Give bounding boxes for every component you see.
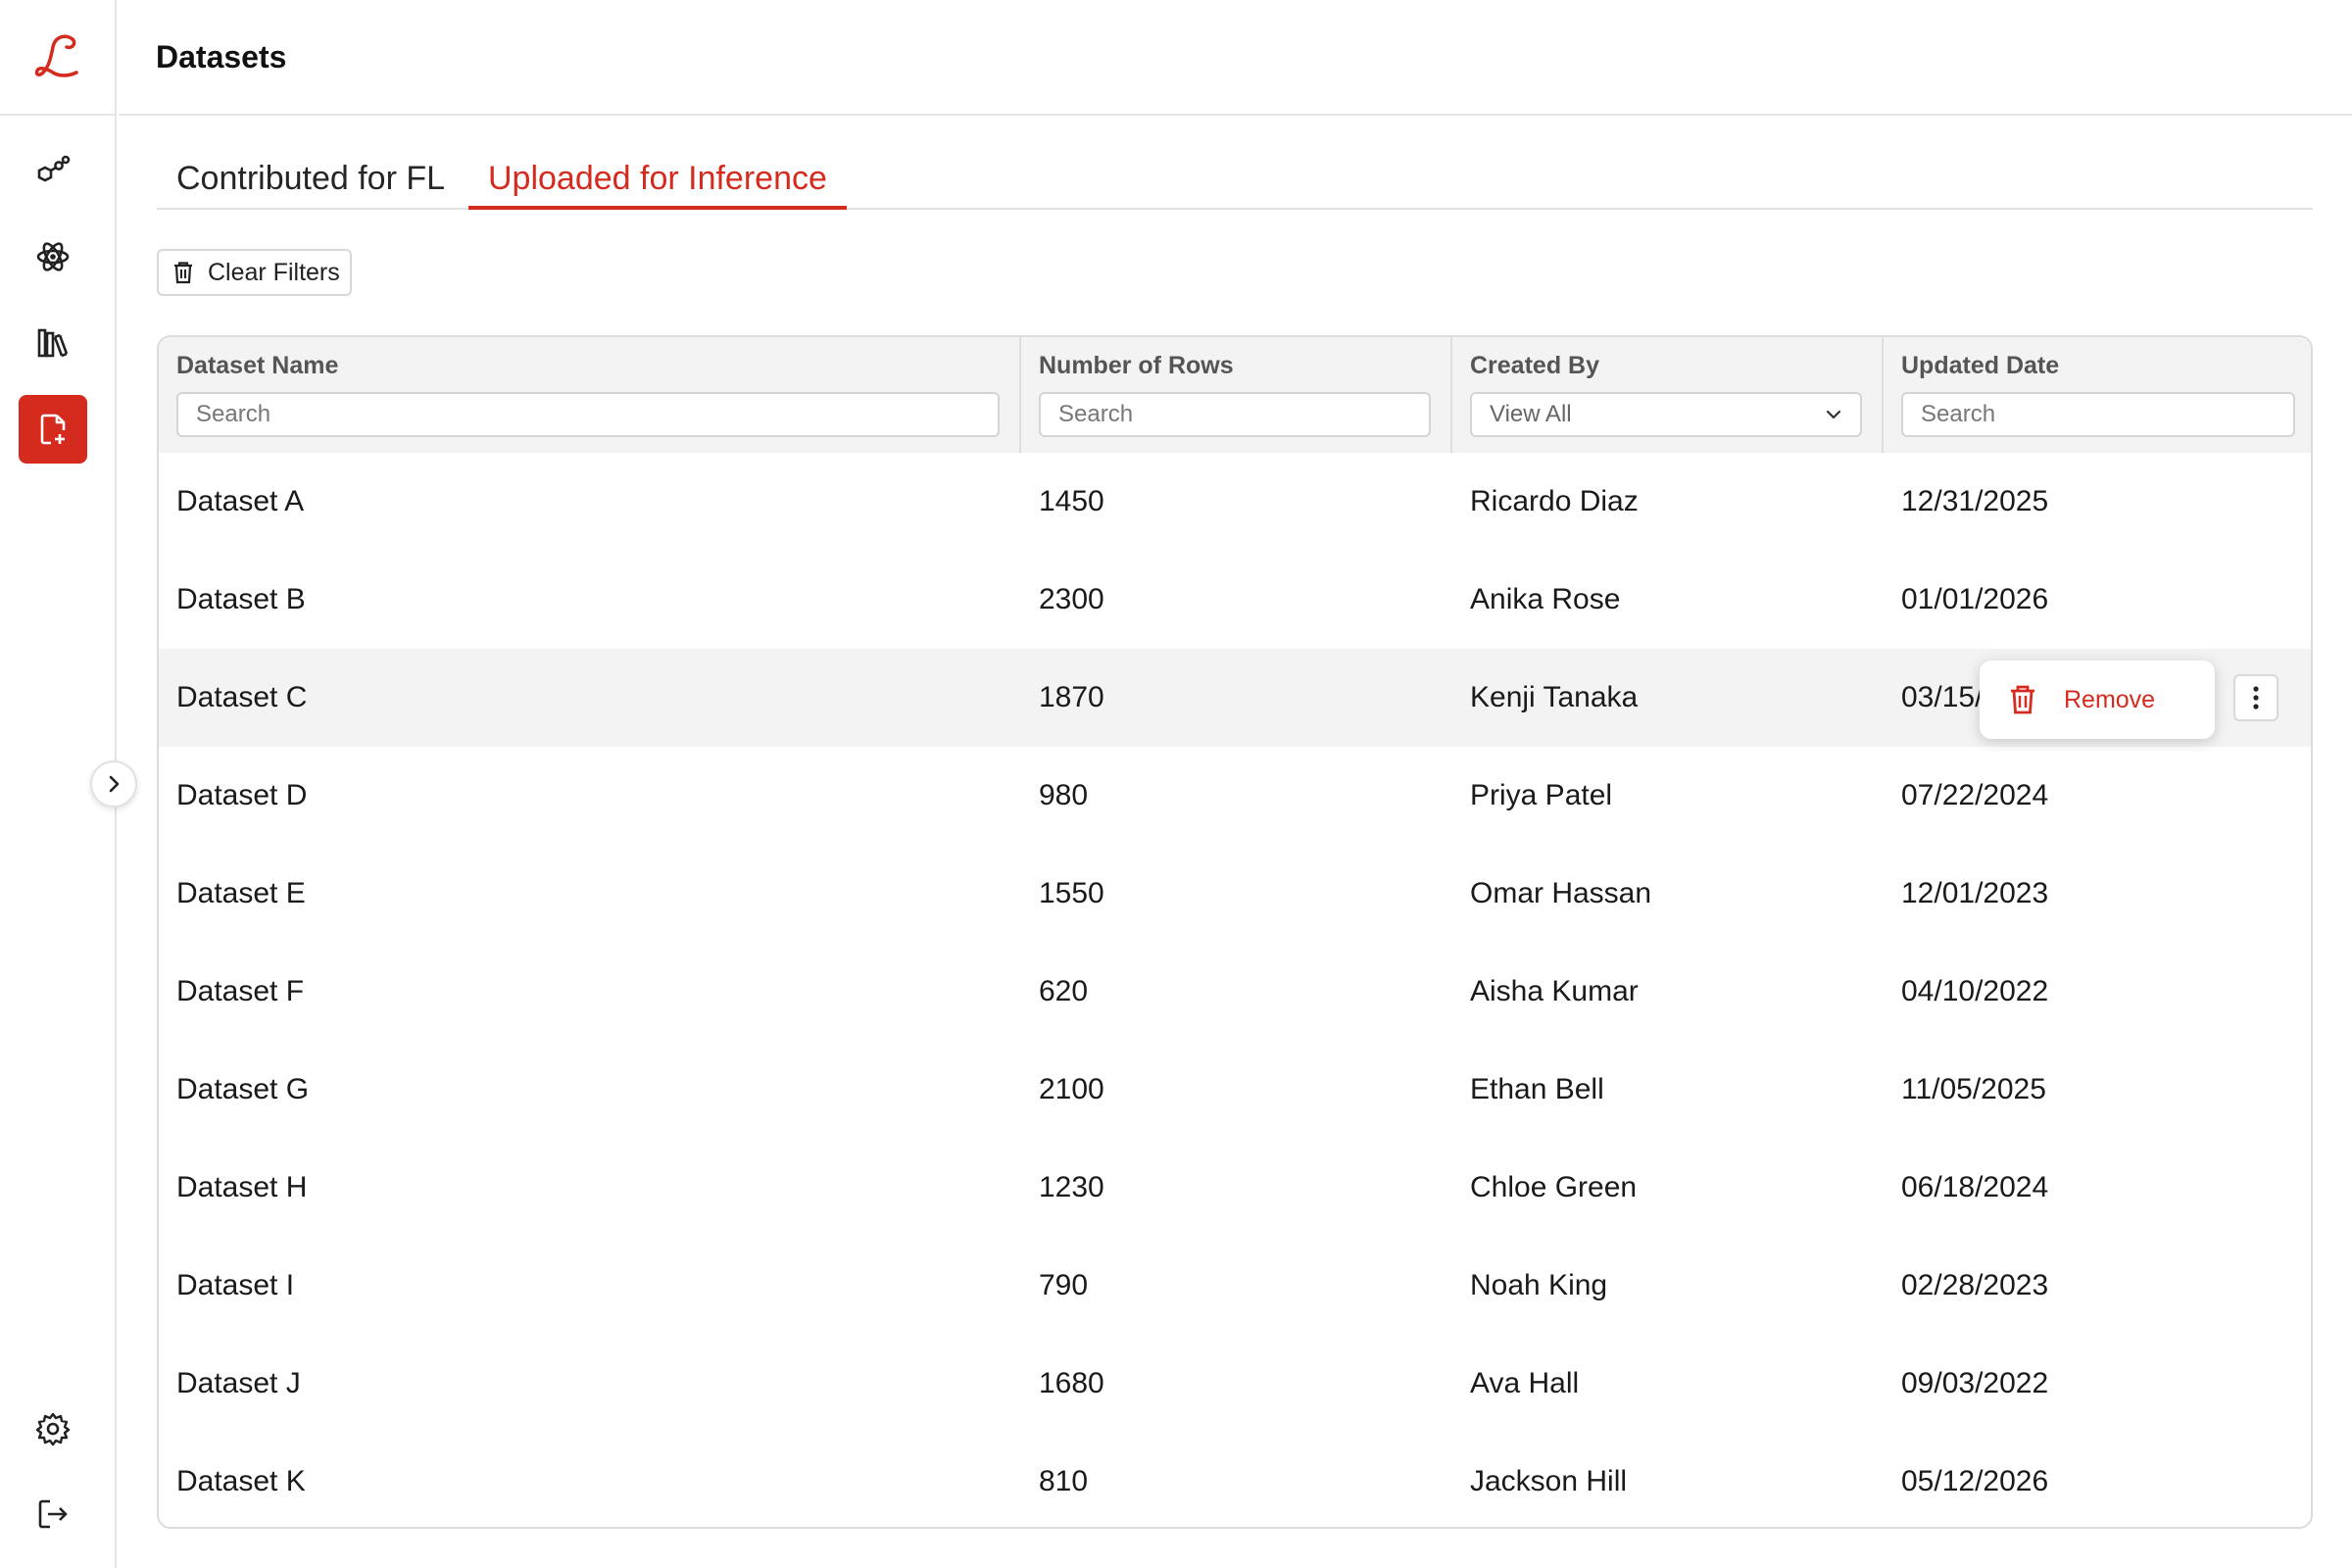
- dataset-name-search-input[interactable]: [176, 392, 1000, 437]
- file-plus-icon: [40, 414, 66, 445]
- column-header-label: Created By: [1470, 352, 1599, 379]
- cell-created-by: Ethan Bell: [1470, 1073, 1604, 1105]
- cell-updated-date: 01/01/2026: [1901, 583, 2049, 615]
- cell-created-by: Jackson Hill: [1470, 1465, 1628, 1497]
- table-row[interactable]: Dataset D 980 Priya Patel 07/22/2024: [159, 747, 2311, 845]
- cell-dataset-name: Dataset H: [176, 1171, 308, 1203]
- more-vertical-icon: [2253, 686, 2259, 710]
- cell-updated-date: 09/03/2022: [1901, 1367, 2049, 1399]
- library-icon: [37, 328, 69, 358]
- cell-number-of-rows: 1870: [1039, 681, 1104, 713]
- table-header: Dataset Name Number of Rows Created By V…: [159, 337, 2311, 453]
- cell-updated-date: 11/05/2025: [1901, 1073, 2046, 1105]
- cell-created-by: Noah King: [1470, 1269, 1608, 1301]
- table-row[interactable]: Dataset H 1230 Chloe Green 06/18/2024: [159, 1139, 2311, 1237]
- updated-date-search-input[interactable]: [1901, 392, 2295, 437]
- cell-dataset-name: Dataset G: [176, 1073, 310, 1105]
- sidebar-item-federated[interactable]: [19, 137, 87, 206]
- sidebar-item-logout[interactable]: [19, 1480, 87, 1548]
- logout-icon: [38, 1499, 68, 1529]
- cell-number-of-rows: 1550: [1039, 877, 1104, 909]
- cell-created-by: Kenji Tanaka: [1470, 681, 1639, 713]
- cell-created-by: Anika Rose: [1470, 583, 1621, 615]
- column-header-label: Number of Rows: [1039, 352, 1234, 379]
- cell-dataset-name: Dataset B: [176, 583, 306, 615]
- tab-contributed-for-fl[interactable]: Contributed for FL: [157, 147, 465, 210]
- tab-bar: Contributed for FL Uploaded for Inferenc…: [157, 147, 2313, 210]
- cell-number-of-rows: 790: [1039, 1269, 1089, 1301]
- row-actions-button[interactable]: [2233, 674, 2278, 721]
- cell-dataset-name: Dataset A: [176, 485, 305, 517]
- created-by-select[interactable]: View All: [1470, 392, 1862, 437]
- brand-logo-icon: [34, 34, 78, 77]
- cell-updated-date: 06/18/2024: [1901, 1171, 2049, 1203]
- table-row[interactable]: Dataset K 810 Jackson Hill 05/12/2026: [159, 1433, 2311, 1527]
- cell-number-of-rows: 2300: [1039, 583, 1104, 615]
- cell-number-of-rows: 2100: [1039, 1073, 1104, 1105]
- created-by-select-value: View All: [1490, 401, 1572, 427]
- column-header-label: Dataset Name: [176, 352, 339, 379]
- cell-created-by: Ava Hall: [1470, 1367, 1580, 1399]
- table-row[interactable]: Dataset G 2100 Ethan Bell 11/05/2025: [159, 1041, 2311, 1139]
- chevron-right-icon: [109, 775, 120, 793]
- cell-dataset-name: Dataset E: [176, 877, 306, 909]
- page-title: Datasets: [156, 38, 287, 74]
- trash-icon: [174, 262, 192, 284]
- row-action-menu: Remove: [1980, 661, 2215, 739]
- column-header-label: Updated Date: [1901, 352, 2060, 379]
- cell-updated-date: 05/12/2026: [1901, 1465, 2049, 1497]
- column-number-of-rows: Number of Rows: [1021, 337, 1452, 453]
- sidebar-item-datasets[interactable]: [19, 395, 87, 464]
- cell-dataset-name: Dataset I: [176, 1269, 295, 1301]
- cell-updated-date: 07/22/2024: [1901, 779, 2049, 811]
- cell-number-of-rows: 980: [1039, 779, 1089, 811]
- cell-number-of-rows: 1230: [1039, 1171, 1104, 1203]
- rows-search-input[interactable]: [1039, 392, 1431, 437]
- table-row[interactable]: Dataset F 620 Aisha Kumar 04/10/2022: [159, 943, 2311, 1041]
- table-row[interactable]: Dataset I 790 Noah King 02/28/2023: [159, 1237, 2311, 1335]
- cell-created-by: Ricardo Diaz: [1470, 485, 1639, 517]
- clear-filters-button[interactable]: Clear Filters: [157, 249, 352, 296]
- cell-updated-date: 03/15/: [1901, 681, 1984, 713]
- chevron-down-icon: [1826, 410, 1841, 419]
- tab-uploaded-for-inference[interactable]: Uploaded for Inference: [468, 147, 847, 210]
- column-updated-date: Updated Date: [1884, 337, 2311, 453]
- column-created-by: Created By View All: [1452, 337, 1884, 453]
- cell-created-by: Priya Patel: [1470, 779, 1613, 811]
- cell-created-by: Omar Hassan: [1470, 877, 1652, 909]
- cell-created-by: Aisha Kumar: [1470, 975, 1639, 1007]
- cell-updated-date: 04/10/2022: [1901, 975, 2049, 1007]
- sidebar-item-library[interactable]: [19, 309, 87, 377]
- cell-number-of-rows: 620: [1039, 975, 1089, 1007]
- trash-icon: [2011, 685, 2034, 714]
- page-header: Datasets: [119, 0, 2352, 116]
- cell-dataset-name: Dataset D: [176, 779, 308, 811]
- sidebar-expand-button[interactable]: [90, 760, 137, 808]
- cell-number-of-rows: 1450: [1039, 485, 1104, 517]
- cell-dataset-name: Dataset J: [176, 1367, 301, 1399]
- cell-updated-date: 02/28/2023: [1901, 1269, 2049, 1301]
- table-row[interactable]: Dataset A 1450 Ricardo Diaz 12/31/2025: [159, 453, 2311, 551]
- cell-dataset-name: Dataset C: [176, 681, 308, 713]
- cell-dataset-name: Dataset K: [176, 1465, 306, 1497]
- sidebar-item-models[interactable]: [19, 222, 87, 291]
- clear-filters-label: Clear Filters: [208, 258, 340, 286]
- gear-icon: [35, 1412, 71, 1446]
- remove-menu-item[interactable]: Remove: [2064, 686, 2155, 714]
- table-row[interactable]: Dataset B 2300 Anika Rose 01/01/2026: [159, 551, 2311, 649]
- cell-updated-date: 12/01/2023: [1901, 877, 2049, 909]
- hexagon-nodes-icon: [37, 155, 71, 182]
- table-row[interactable]: Dataset J 1680 Ava Hall 09/03/2022: [159, 1335, 2311, 1433]
- cell-updated-date: 12/31/2025: [1901, 485, 2049, 517]
- cell-created-by: Chloe Green: [1470, 1171, 1638, 1203]
- cell-number-of-rows: 810: [1039, 1465, 1089, 1497]
- column-dataset-name: Dataset Name: [159, 337, 1021, 453]
- brand-logo[interactable]: [0, 0, 117, 116]
- sidebar-item-settings[interactable]: [19, 1395, 87, 1463]
- datasets-table: Dataset Name Number of Rows Created By V…: [157, 335, 2313, 1529]
- cell-dataset-name: Dataset F: [176, 975, 305, 1007]
- table-row[interactable]: Dataset E 1550 Omar Hassan 12/01/2023: [159, 845, 2311, 943]
- atom-icon: [36, 242, 70, 271]
- cell-number-of-rows: 1680: [1039, 1367, 1104, 1399]
